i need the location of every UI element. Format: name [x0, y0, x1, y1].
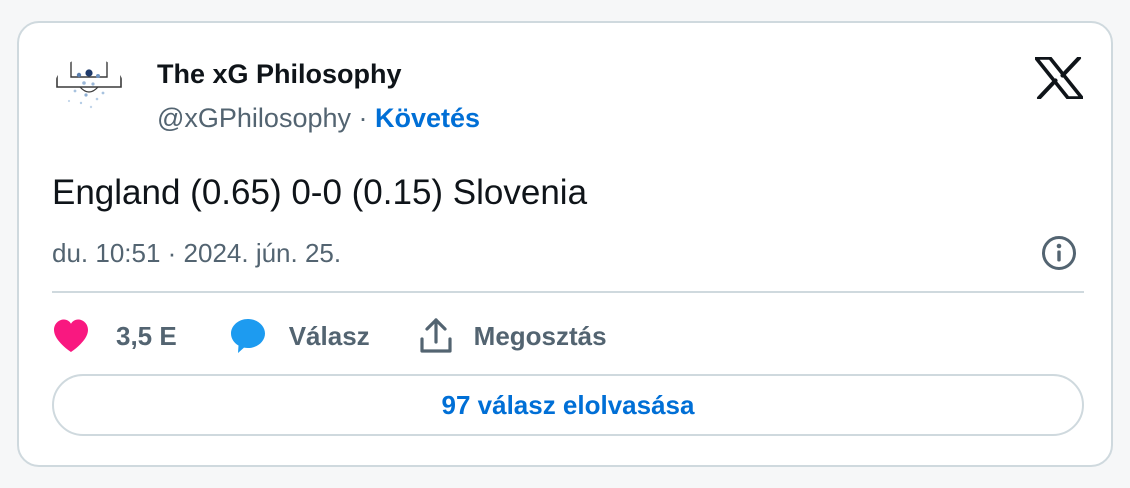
share-upload-icon: [420, 318, 452, 353]
handle-separator: ·: [358, 103, 368, 133]
speech-bubble-icon: [230, 319, 265, 353]
share-button[interactable]: Megosztás: [418, 317, 607, 355]
author-handle-row: @xGPhilosophy · Követés: [157, 103, 480, 134]
share-label: Megosztás: [473, 320, 607, 351]
divider: [52, 291, 1084, 293]
author-handle[interactable]: @xGPhilosophy: [157, 103, 351, 133]
follow-link[interactable]: Követés: [375, 103, 480, 133]
reply-label: Válasz: [288, 320, 370, 351]
reply-button[interactable]: Válasz: [229, 317, 370, 355]
like-button[interactable]: 3,5 E: [52, 318, 177, 354]
avatar[interactable]: [53, 57, 125, 129]
football-pitch-avatar-icon: [53, 57, 125, 129]
tweet-text: England (0.65) 0-0 (0.15) Slovenia: [52, 173, 588, 212]
heart-icon: [54, 319, 88, 352]
x-logo-icon[interactable]: [1034, 56, 1084, 100]
action-bar: 3,5 E Válasz Megosztás: [52, 313, 607, 359]
like-count: 3,5 E: [116, 320, 177, 351]
tweet-embed-card: The xG Philosophy @xGPhilosophy · Követé…: [17, 21, 1113, 467]
info-icon[interactable]: [1039, 233, 1079, 273]
read-replies-button[interactable]: 97 válasz elolvasása: [52, 374, 1084, 436]
tweet-timestamp[interactable]: du. 10:51 · 2024. jún. 25.: [52, 238, 341, 269]
author-name[interactable]: The xG Philosophy: [157, 59, 402, 90]
